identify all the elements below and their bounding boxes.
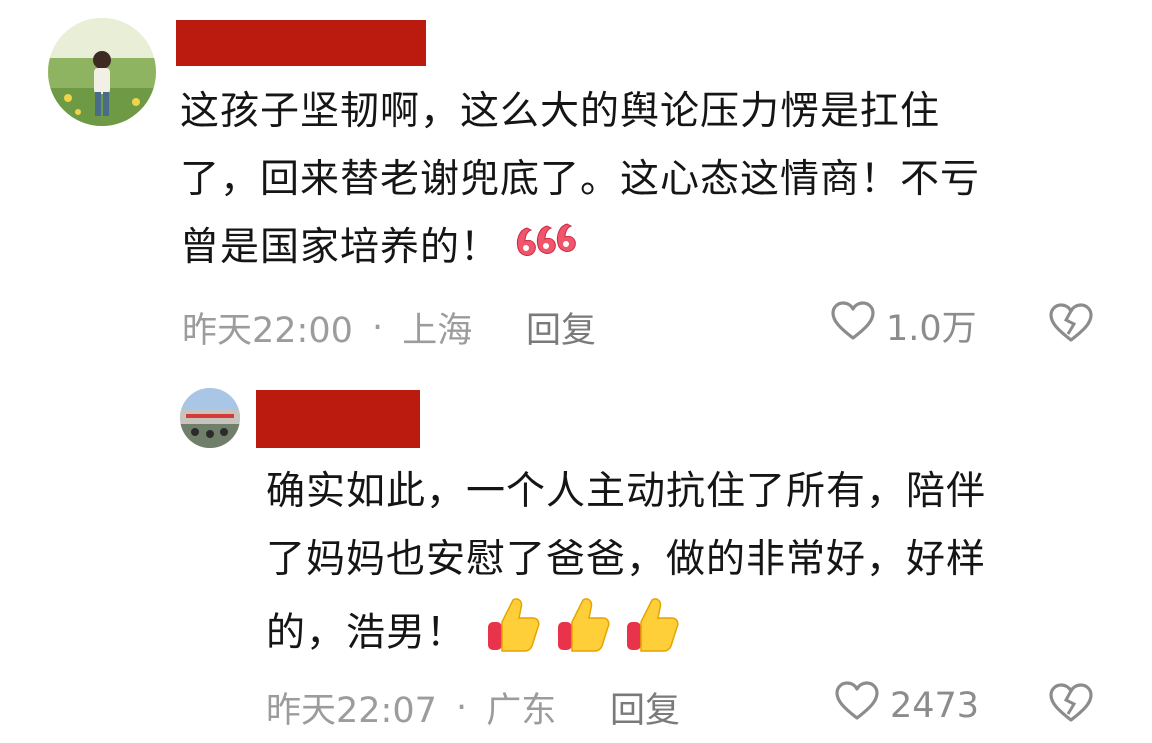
like-button[interactable]: 1.0万 [830,300,977,351]
avatar[interactable] [180,388,240,448]
like-count: 2473 [890,685,980,726]
comment-line: 确实如此，一个人主动抗住了所有，陪伴 [266,469,987,514]
comment-meta: 昨天22:07 · 广东 [266,682,556,733]
dislike-button[interactable] [1048,302,1094,348]
redacted-username [256,390,420,448]
broken-heart-icon [1048,683,1094,728]
thumbs-up-group [485,594,680,676]
broken-heart-icon [1048,303,1094,348]
comment-line-last: 的，浩男！ [266,594,1126,676]
heart-icon [830,300,876,351]
thumbs-up-icon [557,598,610,652]
comment-line: 这孩子坚韧啊，这么大的舆论压力愣是扛住 [180,89,941,134]
thumbs-up-icon [488,598,540,652]
comment-line: 了妈妈也安慰了爸爸，做的非常好，好样 [266,537,987,582]
comment-line: 曾是国家培养的！ [180,225,501,270]
location: 上海 [402,311,473,351]
comment-text: 这孩子坚韧啊，这么大的舆论压力愣是扛住 了，回来替老谢兜底了。这心态这情商！不亏… [180,78,1120,284]
comment-meta: 昨天22:00 · 上海 [182,302,472,353]
reply-button[interactable]: 回复 [610,682,680,733]
timestamp: 昨天22:00 [182,311,353,351]
separator: · [372,307,384,348]
666-sticker-icon [513,216,577,284]
comment-line: 的，浩男！ [266,610,467,656]
like-button[interactable]: 2473 [834,680,979,731]
comment-text: 确实如此，一个人主动抗住了所有，陪伴 了妈妈也安慰了爸爸，做的非常好，好样 的，… [266,458,1126,676]
location: 广东 [486,691,557,731]
thumbs-up-icon [627,598,679,652]
comment-line-last: 曾是国家培养的！ [180,214,1120,284]
reply-button[interactable]: 回复 [526,302,596,353]
like-count: 1.0万 [886,309,977,349]
comment-line: 了，回来替老谢兜底了。这心态这情商！不亏 [180,157,981,202]
timestamp: 昨天22:07 [266,691,437,731]
separator: · [456,687,468,728]
dislike-button[interactable] [1048,682,1094,728]
redacted-username [176,20,426,66]
heart-icon [834,680,880,731]
avatar[interactable] [48,18,156,126]
